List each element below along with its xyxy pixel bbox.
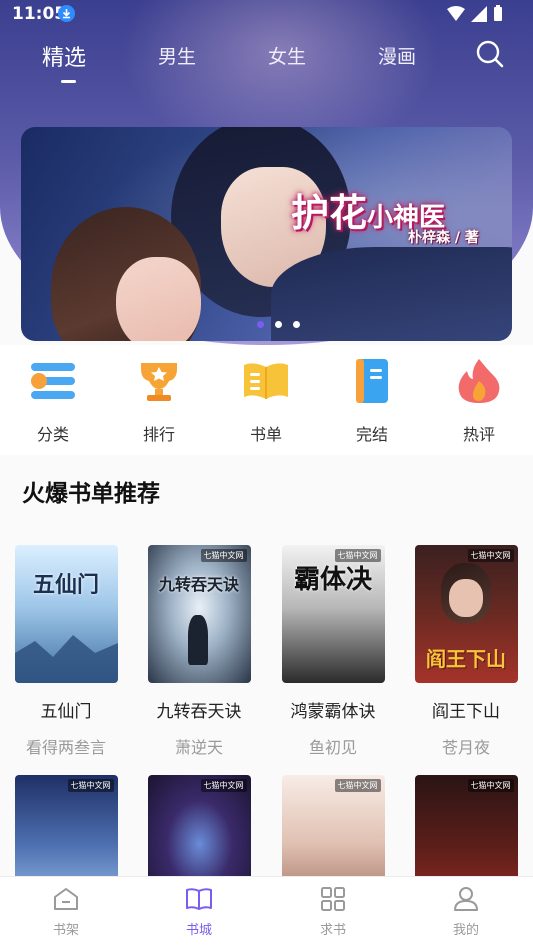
nav-bookshelf[interactable]: 书架 [26, 885, 106, 938]
ranking-label: 排行 [142, 425, 175, 444]
status-bar: 11:05 [0, 0, 533, 30]
trophy-icon [133, 355, 185, 407]
bookshelf-icon [52, 885, 80, 913]
nav-bookstore[interactable]: 书城 [159, 885, 239, 938]
banner-pagination [257, 321, 300, 328]
search-icon[interactable] [476, 40, 504, 68]
book-card[interactable]: 七猫中文网 阎王下山 阎王下山 苍月夜 [414, 545, 518, 758]
signal-icon [471, 5, 487, 22]
publisher-tag: 七猫中文网 [334, 779, 381, 792]
bottom-navigation: 书架 书城 求书 我的 [0, 876, 533, 948]
book-card[interactable]: 七猫中文网 霸体决 鸿蒙霸体诀 鱼初见 [281, 545, 385, 758]
tab-active-indicator [61, 80, 76, 83]
grid-icon [319, 885, 347, 913]
book-title: 鸿蒙霸体诀 [290, 702, 376, 722]
download-icon [58, 5, 75, 22]
publisher-tag: 七猫中文网 [67, 779, 114, 792]
nav-label: 书城 [185, 923, 212, 938]
book-cover: 七猫中文网 九转吞天诀 [147, 545, 251, 683]
nav-label: 书架 [52, 923, 79, 938]
section-title: 火爆书单推荐 [22, 481, 160, 507]
completed-button[interactable]: 完结 [332, 355, 412, 445]
tab-featured[interactable]: 精选 [42, 40, 86, 72]
flame-icon [453, 355, 505, 407]
book-cover: 七猫中文网 阎王下山 [414, 545, 518, 683]
profile-icon [452, 885, 480, 913]
publisher-tag: 七猫中文网 [200, 549, 247, 562]
booklist-label: 书单 [249, 425, 282, 444]
book-title: 阎王下山 [432, 702, 500, 722]
book-store-icon [185, 885, 213, 913]
nav-profile[interactable]: 我的 [426, 885, 506, 938]
wifi-icon [447, 5, 465, 21]
book-title: 五仙门 [40, 702, 92, 722]
book-card[interactable]: 五仙门 五仙门 看得两叁言 [14, 545, 118, 758]
book-author: 鱼初见 [308, 738, 357, 757]
book-card[interactable]: 七猫中文网 九转吞天诀 九转吞天诀 萧逆天 [147, 545, 251, 758]
tab-male[interactable]: 男生 [158, 42, 196, 69]
banner-dot[interactable] [275, 321, 282, 328]
book-author: 看得两叁言 [25, 738, 106, 757]
ranking-button[interactable]: 排行 [119, 355, 199, 445]
battery-icon [494, 5, 502, 21]
booklist-button[interactable]: 书单 [226, 355, 306, 445]
nav-label: 我的 [452, 923, 479, 938]
banner-dot[interactable] [293, 321, 300, 328]
category-label: 分类 [36, 425, 69, 444]
tab-female[interactable]: 女生 [268, 42, 306, 69]
publisher-tag: 七猫中文网 [467, 549, 514, 562]
publisher-tag: 七猫中文网 [467, 779, 514, 792]
hot-reviews-label: 热评 [462, 425, 495, 444]
nav-request-book[interactable]: 求书 [293, 885, 373, 938]
tab-comics[interactable]: 漫画 [378, 42, 416, 69]
promo-banner[interactable]: 护花小神医 朴梓森 / 著 [21, 127, 512, 341]
nav-label: 求书 [319, 923, 346, 938]
hot-reviews-button[interactable]: 热评 [439, 355, 519, 445]
book-author: 萧逆天 [174, 738, 223, 757]
category-shortcuts: 分类 排行 书单 完结 热评 [0, 345, 533, 455]
completed-label: 完结 [355, 425, 388, 444]
publisher-tag: 七猫中文网 [334, 549, 381, 562]
open-book-icon [240, 355, 292, 407]
book-cover: 七猫中文网 霸体决 [281, 545, 385, 683]
banner-dot[interactable] [257, 321, 264, 328]
banner-author: 朴梓森 / 著 [408, 230, 479, 246]
book-author: 苍月夜 [441, 738, 490, 757]
category-icon [27, 355, 79, 407]
book-title: 九转吞天诀 [156, 702, 242, 722]
notebook-icon [346, 355, 398, 407]
publisher-tag: 七猫中文网 [200, 779, 247, 792]
top-tabs: 精选 男生 女生 漫画 [0, 30, 533, 90]
category-button[interactable]: 分类 [13, 355, 93, 445]
book-cover: 五仙门 [14, 545, 118, 683]
